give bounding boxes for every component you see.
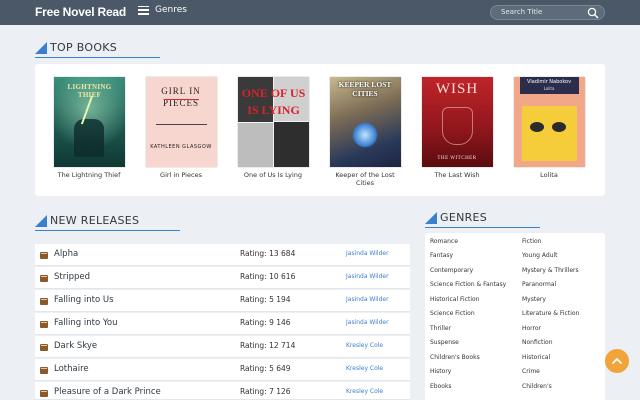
genres-menu-label: Genres	[155, 5, 187, 15]
genre-link[interactable]: Ebooks	[430, 383, 452, 390]
genres-heading: GENRES	[425, 210, 540, 228]
book-icon	[40, 344, 48, 351]
book-icon	[40, 275, 48, 282]
release-author[interactable]: Jasinda Wilder	[346, 273, 389, 280]
list-item[interactable]: Falling into Us Rating: 5 194 Jasinda Wi…	[35, 290, 410, 312]
book-title[interactable]: Lolita	[513, 171, 585, 179]
book-cover[interactable]: LIGHTNING THIEF	[53, 77, 125, 167]
release-author[interactable]: Jasinda Wilder	[346, 250, 389, 257]
genre-link[interactable]: Science Fiction	[430, 310, 475, 317]
list-item[interactable]: Falling into You Rating: 9 146 Jasinda W…	[35, 313, 410, 335]
genre-link[interactable]: Romance	[430, 238, 458, 245]
release-title[interactable]: Dark Skye	[54, 341, 97, 351]
list-item[interactable]: Dark Skye Rating: 12 714 Kresley Cole	[35, 336, 410, 358]
genre-link[interactable]: Historical	[522, 354, 550, 361]
genre-link[interactable]: Mystery	[522, 296, 546, 303]
book-icon	[40, 390, 48, 397]
genre-link[interactable]: Historical Fiction	[430, 296, 480, 303]
release-rating: Rating: 9 146	[240, 318, 291, 327]
release-rating: Rating: 10 616	[240, 272, 296, 281]
genre-link[interactable]: Literature & Fiction	[522, 310, 579, 317]
new-releases-heading: NEW RELEASES	[35, 213, 180, 231]
genre-link[interactable]: Crime	[522, 368, 540, 375]
book-title[interactable]: The Last Wish	[421, 171, 493, 179]
release-title[interactable]: Pleasure of a Dark Prince	[54, 387, 161, 397]
genre-link[interactable]: Fantasy	[430, 252, 453, 259]
release-rating: Rating: 5 649	[240, 364, 291, 373]
release-rating: Rating: 7 126	[240, 387, 291, 396]
genre-link[interactable]: Contemporary	[430, 267, 473, 274]
top-books-heading: TOP BOOKS	[35, 40, 160, 58]
book-cover[interactable]: Vladimir Nabokov Lolita	[513, 77, 585, 167]
scroll-to-top-button[interactable]	[605, 349, 629, 373]
genre-link[interactable]: Nonfiction	[522, 339, 553, 346]
book-card[interactable]: WISH THE WITCHER The Last Wish	[421, 77, 493, 179]
site-logo[interactable]: Free Novel Read	[35, 5, 126, 19]
genre-link[interactable]: Young Adult	[522, 252, 558, 259]
release-author[interactable]: Kresley Cole	[346, 365, 383, 372]
book-title[interactable]: Keeper of the Lost Cities	[329, 171, 401, 187]
genre-link[interactable]: History	[430, 368, 451, 375]
genre-link[interactable]: Mystery & Thrillers	[522, 267, 579, 274]
book-title[interactable]: The Lightning Thief	[53, 171, 125, 179]
release-rating: Rating: 13 684	[240, 249, 296, 258]
top-navbar: Free Novel Read Genres Search Title	[0, 0, 640, 25]
release-rating: Rating: 5 194	[240, 295, 291, 304]
search-input[interactable]: Search Title	[490, 5, 605, 20]
book-cover[interactable]: WISH THE WITCHER	[421, 77, 493, 167]
list-item[interactable]: Pleasure of a Dark Prince Rating: 7 126 …	[35, 382, 410, 400]
genre-link[interactable]: Horror	[522, 325, 541, 332]
book-icon	[40, 321, 48, 328]
chevron-up-icon	[612, 358, 622, 364]
list-item[interactable]: Stripped Rating: 10 616 Jasinda Wilder	[35, 267, 410, 289]
list-item[interactable]: Alpha Rating: 13 684 Jasinda Wilder	[35, 244, 410, 266]
release-author[interactable]: Kresley Cole	[346, 342, 383, 349]
book-icon	[40, 298, 48, 305]
release-author[interactable]: Jasinda Wilder	[346, 296, 389, 303]
genre-link[interactable]: Fiction	[522, 238, 541, 245]
release-rating: Rating: 12 714	[240, 341, 296, 350]
release-title[interactable]: Stripped	[54, 272, 90, 282]
genre-link[interactable]: Children's Books	[430, 354, 480, 361]
book-card[interactable]: LIGHTNING THIEF The Lightning Thief	[53, 77, 125, 179]
book-cover[interactable]: GIRL IN PIECES KATHLEEN GLASGOW	[145, 77, 217, 167]
genre-link[interactable]: Paranormal	[522, 281, 556, 288]
release-author[interactable]: Kresley Cole	[346, 388, 383, 395]
book-icon	[40, 367, 48, 374]
book-title[interactable]: Girl in Pieces	[145, 171, 217, 179]
genres-menu-button[interactable]: Genres	[138, 5, 187, 15]
genre-link[interactable]: Science Fiction & Fantasy	[430, 281, 506, 288]
book-cover[interactable]: KEEPER LOST CITIES	[329, 77, 401, 167]
genre-link[interactable]: Children's	[522, 383, 552, 390]
genre-link[interactable]: Thriller	[430, 325, 451, 332]
search-placeholder: Search Title	[501, 8, 543, 16]
release-author[interactable]: Jasinda Wilder	[346, 319, 389, 326]
release-title[interactable]: Alpha	[54, 249, 78, 259]
release-title[interactable]: Lothaire	[54, 364, 89, 374]
top-books-panel: LIGHTNING THIEF The Lightning Thief GIRL…	[35, 64, 605, 196]
book-title[interactable]: One of Us Is Lying	[237, 171, 309, 179]
book-card[interactable]: ONE OF US IS LYING One of Us Is Lying	[237, 77, 309, 179]
genre-link[interactable]: Suspense	[430, 339, 459, 346]
book-icon	[40, 252, 48, 259]
search-icon[interactable]	[587, 7, 599, 19]
list-item[interactable]: Lothaire Rating: 5 649 Kresley Cole	[35, 359, 410, 381]
release-title[interactable]: Falling into Us	[54, 295, 114, 305]
genres-panel: Romance Fiction Fantasy Young Adult Cont…	[425, 233, 605, 400]
book-cover[interactable]: ONE OF US IS LYING	[237, 77, 309, 167]
release-title[interactable]: Falling into You	[54, 318, 118, 328]
hamburger-icon	[138, 5, 149, 15]
book-card[interactable]: KEEPER LOST CITIES Keeper of the Lost Ci…	[329, 77, 401, 187]
book-card[interactable]: GIRL IN PIECES KATHLEEN GLASGOW Girl in …	[145, 77, 217, 179]
book-card[interactable]: Vladimir Nabokov Lolita Lolita	[513, 77, 585, 179]
